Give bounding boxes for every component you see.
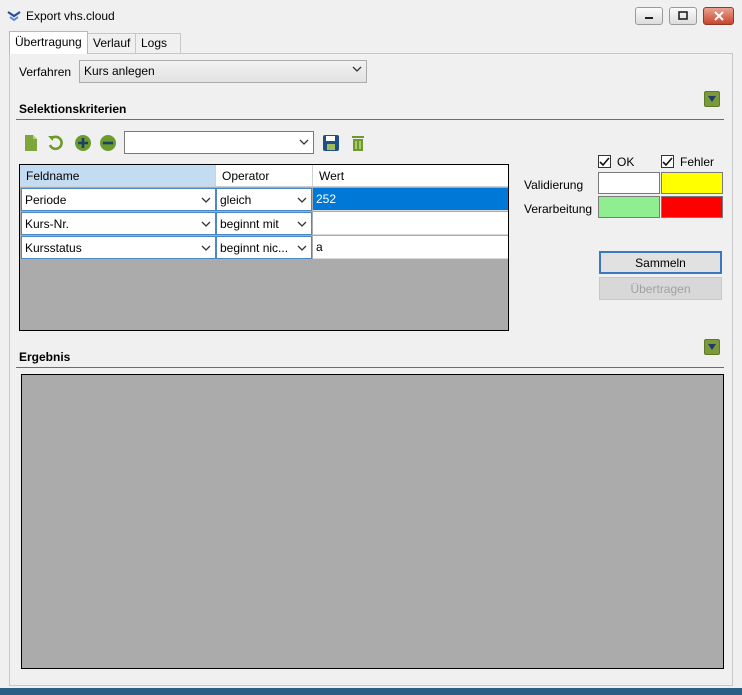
selektionskriterien-title: Selektionskriterien — [19, 102, 127, 116]
wert-cell[interactable]: 252 — [313, 188, 508, 211]
operator-combo[interactable]: gleich — [216, 188, 312, 211]
section-divider — [16, 119, 724, 120]
operator-value: gleich — [220, 193, 252, 207]
verarbeitung-label: Verarbeitung — [524, 202, 593, 216]
save-button[interactable] — [321, 133, 341, 153]
checkmark-icon — [662, 157, 673, 167]
chevron-down-icon — [299, 139, 309, 145]
chevron-down-icon — [708, 96, 716, 102]
delete-icon — [352, 136, 364, 151]
feldname-combo[interactable]: Kursstatus — [21, 236, 216, 259]
delete-button[interactable] — [348, 133, 368, 153]
tab-verlauf[interactable]: Verlauf — [87, 33, 137, 53]
wert-cell[interactable] — [313, 212, 508, 235]
validierung-ok-swatch[interactable] — [598, 172, 660, 194]
add-button[interactable] — [73, 133, 93, 153]
uebertragen-button[interactable]: Übertragen — [599, 277, 722, 300]
ergebnis-title: Ergebnis — [19, 350, 71, 364]
operator-combo[interactable]: beginnt mit — [216, 212, 312, 235]
tab-logs[interactable]: Logs — [135, 33, 181, 53]
collapse-selection-button[interactable] — [704, 91, 720, 107]
column-header-feldname[interactable]: Feldname — [20, 165, 216, 187]
remove-button[interactable] — [98, 133, 118, 153]
result-grid — [21, 374, 724, 669]
validierung-fehler-swatch[interactable] — [661, 172, 723, 194]
chevron-down-icon — [352, 66, 362, 72]
collapse-result-button[interactable] — [704, 339, 720, 355]
new-document-icon — [25, 135, 37, 151]
tab-uebertragung[interactable]: Übertragung — [9, 31, 88, 54]
save-icon — [323, 135, 339, 151]
window-title: Export vhs.cloud — [26, 9, 115, 23]
validierung-label: Validierung — [524, 178, 584, 192]
feldname-value: Kursstatus — [25, 241, 82, 255]
chevron-down-icon — [297, 245, 307, 251]
ok-label: OK — [617, 155, 635, 169]
sammeln-button[interactable]: Sammeln — [599, 251, 722, 274]
operator-value: beginnt nic... — [220, 241, 289, 255]
verarbeitung-fehler-swatch[interactable] — [661, 196, 723, 218]
close-icon — [713, 11, 724, 21]
feldname-value: Kurs-Nr. — [25, 217, 70, 231]
fehler-label: Fehler — [680, 155, 715, 169]
verfahren-label: Verfahren — [19, 65, 72, 79]
chevron-down-icon — [708, 344, 716, 350]
chevron-down-icon — [201, 245, 211, 251]
column-header-wert[interactable]: Wert — [313, 165, 508, 187]
chevron-down-icon — [297, 197, 307, 203]
minimize-icon — [645, 17, 653, 19]
fehler-checkbox[interactable] — [661, 155, 674, 168]
verfahren-select[interactable]: Kurs anlegen — [79, 60, 367, 83]
criteria-grid: Feldname Operator Wert Periode gleich 25… — [19, 164, 509, 331]
section-divider — [16, 367, 724, 368]
feldname-combo[interactable]: Periode — [21, 188, 216, 211]
remove-icon — [100, 135, 116, 151]
operator-combo[interactable]: beginnt nic... — [216, 236, 312, 259]
close-button[interactable] — [703, 7, 734, 25]
minimize-button[interactable] — [635, 7, 663, 25]
wert-cell[interactable]: a — [313, 236, 508, 259]
app-icon — [6, 8, 22, 24]
checkmark-icon — [599, 157, 610, 167]
taskbar-edge — [0, 688, 742, 695]
verarbeitung-ok-swatch[interactable] — [598, 196, 660, 218]
new-document-button[interactable] — [21, 133, 41, 153]
chevron-down-icon — [201, 221, 211, 227]
feldname-combo[interactable]: Kurs-Nr. — [21, 212, 216, 235]
operator-value: beginnt mit — [220, 217, 279, 231]
maximize-icon — [678, 11, 688, 20]
undo-icon — [48, 135, 63, 151]
maximize-button[interactable] — [669, 7, 697, 25]
feldname-value: Periode — [25, 193, 67, 207]
column-header-operator[interactable]: Operator — [216, 165, 313, 187]
filter-combo[interactable] — [124, 131, 314, 154]
add-icon — [75, 135, 91, 151]
verfahren-selected-value: Kurs anlegen — [84, 64, 155, 78]
undo-button[interactable] — [46, 133, 66, 153]
ok-checkbox[interactable] — [598, 155, 611, 168]
chevron-down-icon — [297, 221, 307, 227]
chevron-down-icon — [201, 197, 211, 203]
